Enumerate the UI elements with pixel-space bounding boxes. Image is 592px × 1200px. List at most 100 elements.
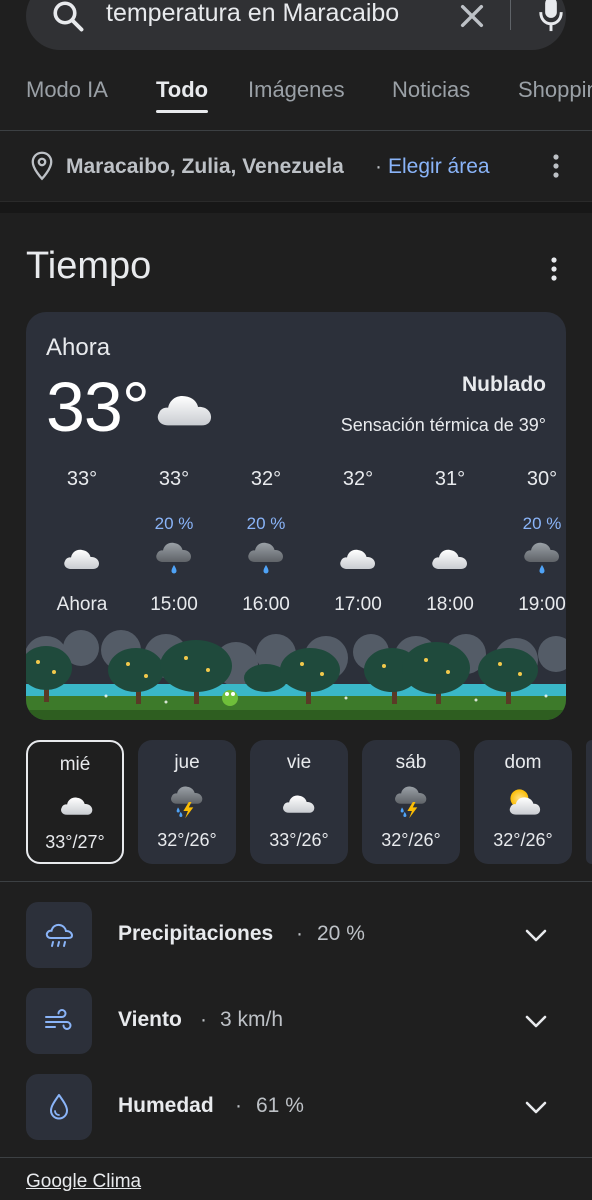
hourly-item[interactable]: 33° Ahora — [42, 468, 122, 628]
divider — [0, 881, 592, 882]
humidity-icon — [50, 1094, 68, 1120]
wind-row[interactable]: Viento · 3 km/h — [26, 988, 566, 1054]
location-name: Maracaibo, Zulia, Venezuela — [66, 155, 344, 178]
detail-value: 20 % — [317, 922, 365, 945]
microphone-icon[interactable] — [536, 0, 566, 34]
location-separator: · — [375, 155, 382, 178]
search-bar[interactable]: temperatura en Maracaibo — [26, 0, 566, 50]
chevron-down-icon[interactable] — [524, 1010, 548, 1032]
tab-noticias[interactable]: Noticias — [392, 77, 470, 103]
day-range: 33°/26° — [269, 830, 329, 850]
tab-imagenes[interactable]: Imágenes — [248, 77, 345, 103]
current-temperature: 33° — [46, 368, 150, 446]
divider — [0, 1157, 592, 1158]
cloudy-icon — [430, 538, 470, 576]
weather-scene-illustration — [26, 628, 566, 720]
hourly-item[interactable]: 32° 20 % 16:00 — [226, 468, 306, 628]
detail-value: 3 km/h — [220, 1008, 284, 1031]
day-range: 32°/26° — [493, 830, 553, 850]
day-label: dom — [504, 752, 542, 773]
icon-box — [26, 902, 92, 968]
day-item[interactable]: sáb 32°/26° — [362, 740, 460, 864]
cloudy-icon — [59, 786, 95, 822]
detail-value: 61 % — [256, 1094, 304, 1117]
day-item-partial[interactable] — [586, 740, 592, 864]
hourly-precip: 20 % — [246, 514, 286, 533]
day-item[interactable]: jue 32°/26° — [138, 740, 236, 864]
humidity-row[interactable]: Humedad · 61 % — [26, 1074, 566, 1140]
day-range: 33°/27° — [45, 832, 105, 852]
detail-separator: · — [200, 1008, 207, 1031]
active-tab-indicator — [156, 110, 208, 113]
wind-icon — [45, 1009, 72, 1030]
day-label: jue — [174, 752, 200, 773]
weather-title: Tiempo — [26, 245, 152, 287]
rain-cloud-icon — [522, 538, 562, 576]
hourly-time: 16:00 — [242, 594, 290, 615]
location-pin-icon — [31, 151, 53, 181]
hourly-temp: 32° — [250, 468, 282, 490]
icon-box — [26, 1074, 92, 1140]
hourly-time: Ahora — [56, 594, 108, 615]
chevron-down-icon[interactable] — [524, 924, 548, 946]
now-label: Ahora — [46, 334, 111, 361]
thunderstorm-icon — [169, 784, 205, 820]
icon-box — [26, 988, 92, 1054]
detail-label: Precipitaciones — [118, 922, 274, 945]
precipitation-row[interactable]: Precipitaciones · 20 % — [26, 902, 566, 968]
condition-text: Nublado — [462, 373, 546, 396]
hourly-item[interactable]: 33° 20 % 15:00 — [134, 468, 214, 628]
detail-label: Viento — [118, 1008, 182, 1031]
hourly-time: 18:00 — [426, 594, 474, 615]
rain-cloud-icon — [154, 538, 194, 576]
chevron-down-icon[interactable] — [524, 1096, 548, 1118]
partly-sunny-icon — [505, 784, 541, 820]
cloudy-icon — [154, 384, 216, 430]
more-vert-icon[interactable] — [548, 153, 564, 179]
choose-area-link[interactable]: Elegir área — [388, 155, 490, 179]
day-label: sáb — [395, 752, 427, 773]
hourly-item[interactable]: 32° 17:00 — [318, 468, 398, 628]
hourly-temp: 30° — [526, 468, 558, 490]
feels-like-text: Sensación térmica de 39° — [340, 415, 546, 435]
clear-icon[interactable] — [456, 0, 488, 32]
section-band — [0, 201, 592, 213]
cloudy-icon — [281, 784, 317, 820]
day-range: 32°/26° — [157, 830, 217, 850]
rain-cloud-icon — [246, 538, 286, 576]
hourly-item[interactable]: 30° 20 % 19:00 — [502, 468, 566, 628]
weather-now-card[interactable]: Ahora 33° Nublado Sensación térmica de 3… — [26, 312, 566, 720]
day-label: vie — [286, 752, 312, 773]
day-item-selected[interactable]: mié 33°/27° — [26, 740, 124, 864]
hourly-precip: 20 % — [522, 514, 562, 533]
search-icon[interactable] — [50, 0, 86, 34]
hourly-time: 19:00 — [518, 594, 566, 615]
hourly-item[interactable]: 31° 18:00 — [410, 468, 490, 628]
cloudy-icon — [338, 538, 378, 576]
hourly-time: 17:00 — [334, 594, 382, 615]
tab-todo[interactable]: Todo — [156, 77, 208, 103]
location-bar: Maracaibo, Zulia, Venezuela · Elegir áre… — [0, 131, 592, 201]
tab-modo-ia[interactable]: Modo IA — [26, 77, 108, 103]
google-weather-link[interactable]: Google Clima — [26, 1171, 141, 1193]
search-divider — [510, 0, 511, 30]
day-label: mié — [59, 754, 91, 775]
hourly-precip: 20 % — [154, 514, 194, 533]
detail-separator: · — [296, 922, 303, 945]
tab-shopping[interactable]: Shopping — [518, 77, 592, 103]
hourly-temp: 33° — [158, 468, 190, 490]
search-input[interactable]: temperatura en Maracaibo — [106, 0, 431, 28]
hourly-temp: 31° — [434, 468, 466, 490]
rain-icon — [45, 923, 74, 947]
day-range: 32°/26° — [381, 830, 441, 850]
day-item[interactable]: dom 32°/26° — [474, 740, 572, 864]
day-item[interactable]: vie 33°/26° — [250, 740, 348, 864]
hourly-time: 15:00 — [150, 594, 198, 615]
hourly-temp: 32° — [342, 468, 374, 490]
hourly-temp: 33° — [66, 468, 98, 490]
cloudy-icon — [62, 538, 102, 576]
thunderstorm-icon — [393, 784, 429, 820]
detail-label: Humedad — [118, 1094, 214, 1117]
more-vert-icon[interactable] — [546, 256, 562, 282]
detail-separator: · — [235, 1094, 242, 1117]
